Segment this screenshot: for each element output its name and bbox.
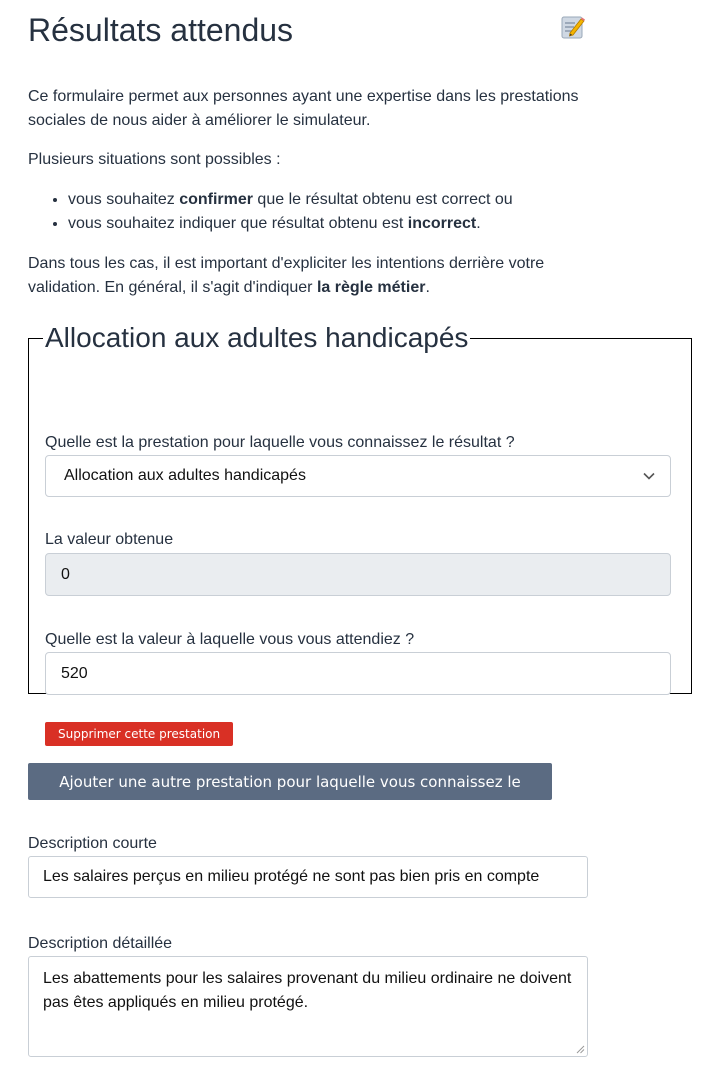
long-description-label: Description détaillée bbox=[28, 935, 173, 952]
title-row: Résultats attendus bbox=[28, 0, 690, 60]
prestation-select-value: Allocation aux adultes handicapés bbox=[64, 467, 306, 484]
expected-value-input[interactable]: 520 bbox=[45, 652, 671, 695]
intro-paragraph: Ce formulaire permet aux personnes ayant… bbox=[28, 88, 579, 129]
form-page: Résultats attendus Ce formulaire permet … bbox=[28, 0, 692, 1057]
rule-text: Dans tous les cas, il est important d'ex… bbox=[28, 255, 545, 296]
delete-prestation-button[interactable]: Supprimer cette prestation bbox=[45, 722, 234, 746]
case2-text: vous souhaitez indiquer que résultat obt… bbox=[68, 215, 408, 232]
page-title: Résultats attendus bbox=[28, 12, 294, 48]
expected-value-label: Quelle est la valeur à laquelle vous vou… bbox=[45, 631, 415, 648]
case1-text-end: que le résultat obtenu est correct ou bbox=[252, 191, 513, 208]
resize-grip-icon[interactable] bbox=[575, 1044, 585, 1054]
rule-text-end: . bbox=[425, 279, 430, 296]
short-description-input[interactable]: Les salaires perçus en milieu protégé ne… bbox=[28, 856, 588, 898]
prestation-fieldset: Allocation aux adultes handicapés Quelle… bbox=[28, 322, 692, 746]
case2-text-end: . bbox=[476, 215, 481, 232]
long-description-textarea[interactable]: Les abattements pour les salaires proven… bbox=[28, 956, 588, 1057]
long-description-text: Les abattements pour les salaires proven… bbox=[43, 970, 572, 1011]
case2-bold: incorrect bbox=[407, 215, 477, 232]
prestation-legend: Allocation aux adultes handicapés bbox=[45, 322, 469, 353]
obtained-value-field: 0 bbox=[45, 553, 671, 596]
prestation-select-label: Quelle est la prestation pour laquelle v… bbox=[45, 434, 515, 451]
list-item: vous souhaitez indiquer que résultat obt… bbox=[68, 212, 513, 236]
situations-text: Plusieurs situations sont possibles : bbox=[28, 151, 281, 168]
rule-bold: la règle métier bbox=[316, 279, 426, 296]
rule-paragraph: Dans tous les cas, il est important d'ex… bbox=[28, 252, 588, 300]
memo-icon bbox=[561, 16, 585, 39]
short-description-label: Description courte bbox=[28, 835, 157, 852]
chevron-down-icon bbox=[643, 472, 655, 480]
case1-bold: confirmer bbox=[179, 191, 253, 208]
add-prestation-button[interactable]: Ajouter une autre prestation pour laquel… bbox=[28, 763, 552, 828]
case1-text: vous souhaitez bbox=[68, 191, 180, 208]
obtained-value-label: La valeur obtenue bbox=[45, 531, 174, 548]
prestation-select[interactable]: Allocation aux adultes handicapés bbox=[45, 455, 671, 497]
list-item: vous souhaitez confirmer que le résultat… bbox=[68, 188, 513, 212]
situations-list: vous souhaitez confirmer que le résultat… bbox=[28, 188, 513, 236]
